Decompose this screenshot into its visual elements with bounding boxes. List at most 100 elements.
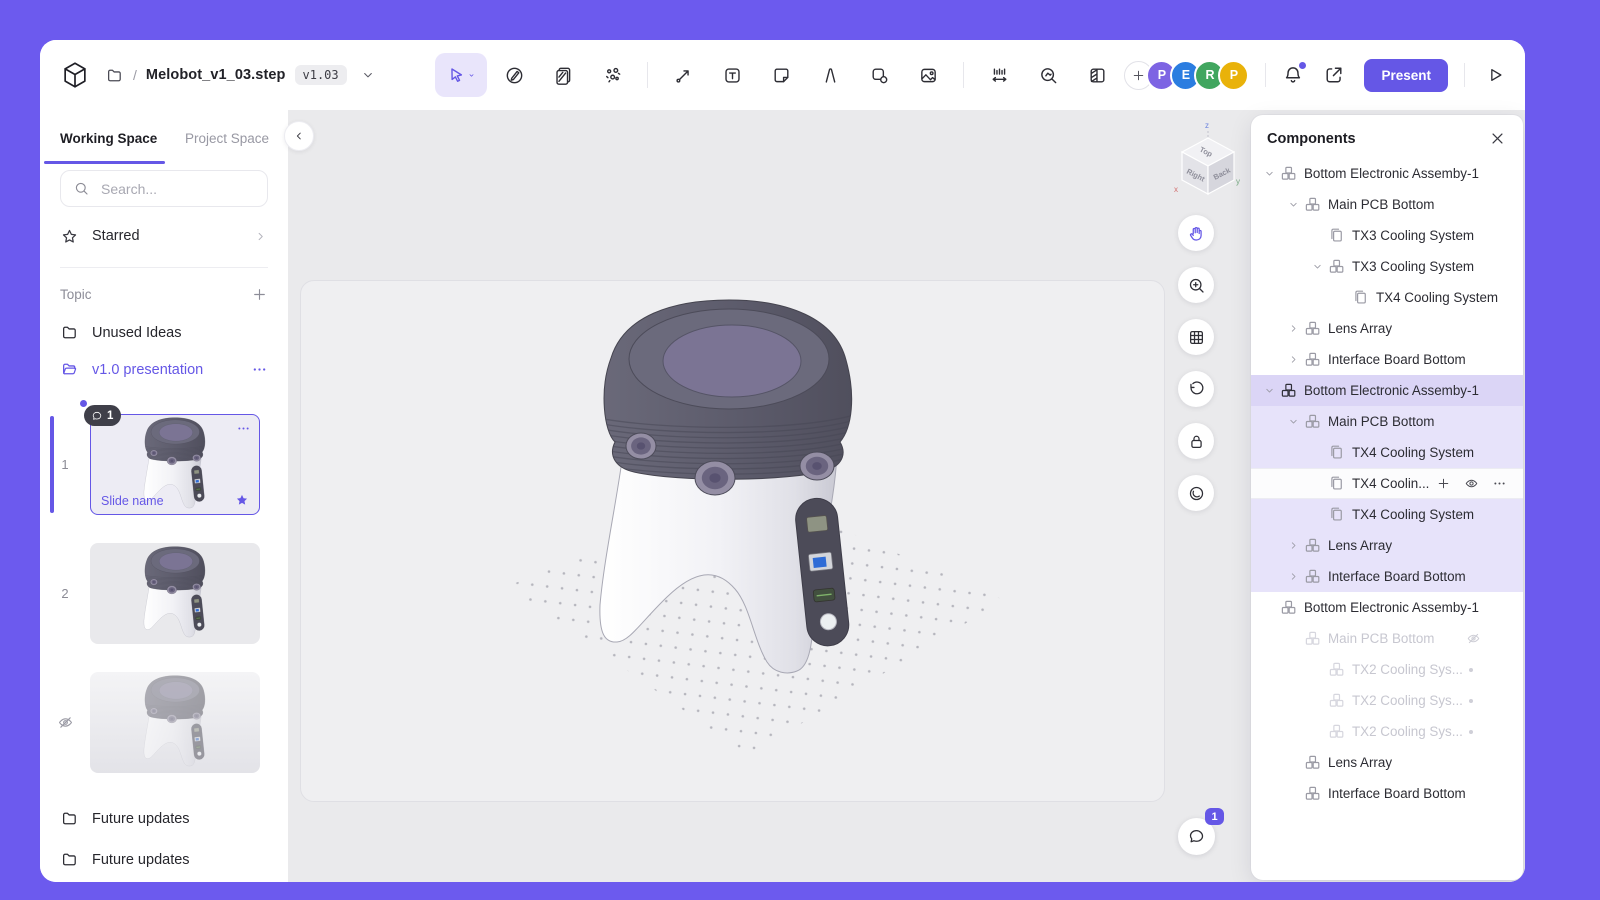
sidebar-folder-1[interactable]: v1.0 presentation xyxy=(60,351,268,388)
view-cube[interactable]: z Top Right Back x y xyxy=(1172,118,1244,202)
sidebar-folder-future-0[interactable]: Future updates xyxy=(60,800,268,837)
lock-tool[interactable] xyxy=(1178,423,1214,459)
component-row[interactable]: Bottom Electronic Assemby-1 xyxy=(1251,592,1523,623)
add-topic-button[interactable] xyxy=(251,286,268,303)
material-tool[interactable] xyxy=(541,53,585,97)
component-row[interactable]: TX2 Cooling Sys... xyxy=(1251,716,1523,747)
component-row[interactable]: TX2 Cooling Sys... xyxy=(1251,685,1523,716)
part-icon xyxy=(1328,227,1345,244)
component-row[interactable]: Lens Array xyxy=(1251,747,1523,778)
text-tool[interactable] xyxy=(710,53,754,97)
slide-row: 2 xyxy=(40,543,288,644)
app-logo-icon[interactable] xyxy=(60,60,90,90)
shape-tool[interactable] xyxy=(857,53,901,97)
component-label: Interface Board Bottom xyxy=(1328,786,1466,801)
slide-number: 2 xyxy=(61,586,68,601)
more-icon[interactable] xyxy=(1492,476,1507,491)
zoom-search-tool[interactable] xyxy=(1026,53,1070,97)
pan-tool[interactable] xyxy=(1178,215,1214,251)
eye-slash-icon[interactable] xyxy=(57,714,74,731)
chevron-down-icon[interactable] xyxy=(1259,384,1280,398)
history-tool[interactable] xyxy=(1178,371,1214,407)
close-icon[interactable] xyxy=(1488,129,1507,148)
version-badge[interactable]: v1.03 xyxy=(295,65,347,85)
chevron-spacer xyxy=(1283,756,1304,770)
viewport-toolbar xyxy=(1178,215,1214,511)
component-row[interactable]: TX4 Coolin... xyxy=(1251,468,1523,499)
component-row[interactable]: Lens Array xyxy=(1251,313,1523,344)
slide-thumbnail[interactable]: 1Slide name xyxy=(90,414,260,515)
sketch-tool[interactable] xyxy=(492,53,536,97)
slide-gutter: 2 xyxy=(40,586,90,601)
note-tool[interactable] xyxy=(759,53,803,97)
component-row[interactable]: Bottom Electronic Assemby-1 xyxy=(1251,158,1523,189)
component-row[interactable]: TX4 Cooling System xyxy=(1251,499,1523,530)
slide-gutter xyxy=(40,714,90,731)
tab-project-space[interactable]: Project Space xyxy=(165,110,269,164)
chevron-down-icon[interactable] xyxy=(1283,198,1304,212)
component-row[interactable]: TX2 Cooling Sys... xyxy=(1251,654,1523,685)
component-row[interactable]: Lens Array xyxy=(1251,530,1523,561)
more-icon[interactable] xyxy=(251,361,268,378)
chevron-right-icon[interactable] xyxy=(1283,353,1304,367)
comment-count-pill[interactable]: 1 xyxy=(84,405,121,426)
add-icon[interactable] xyxy=(1436,476,1451,491)
assembly-icon xyxy=(1304,413,1321,430)
search-input[interactable] xyxy=(99,180,255,198)
component-row[interactable]: Main PCB Bottom xyxy=(1251,623,1523,654)
chevron-down-icon[interactable] xyxy=(360,67,376,83)
model-3d[interactable] xyxy=(448,270,1008,810)
avatar[interactable]: P xyxy=(1218,60,1249,91)
chevron-down-icon[interactable] xyxy=(1259,167,1280,181)
more-icon[interactable] xyxy=(236,421,251,436)
component-row[interactable]: Interface Board Bottom xyxy=(1251,561,1523,592)
slide-thumbnail[interactable] xyxy=(90,672,260,773)
comment-dot xyxy=(80,400,87,407)
sidebar-collapse-button[interactable] xyxy=(284,121,314,151)
eye-slash-icon[interactable] xyxy=(1466,631,1481,646)
search-box[interactable] xyxy=(60,170,268,207)
component-row[interactable]: Bottom Electronic Assemby-1 xyxy=(1251,375,1523,406)
effects-tool[interactable] xyxy=(590,53,634,97)
chevron-right-icon[interactable] xyxy=(1283,322,1304,336)
part-icon xyxy=(1328,506,1345,523)
component-row[interactable]: TX3 Cooling System xyxy=(1251,251,1523,282)
measure-tool[interactable] xyxy=(977,53,1021,97)
assembly-icon xyxy=(1328,723,1345,740)
play-button[interactable] xyxy=(1485,65,1505,85)
chevron-spacer xyxy=(1307,446,1328,460)
component-row[interactable]: Interface Board Bottom xyxy=(1251,344,1523,375)
chevron-down-icon[interactable] xyxy=(1307,260,1328,274)
chevron-right-icon[interactable] xyxy=(1283,539,1304,553)
select-tool[interactable] xyxy=(435,53,487,97)
pen-tool[interactable] xyxy=(808,53,852,97)
component-row[interactable]: TX4 Cooling System xyxy=(1251,437,1523,468)
slide-thumbnail[interactable] xyxy=(90,543,260,644)
sidebar: Working Space Project Space Starred Topi… xyxy=(40,110,288,882)
render-mode-tool[interactable] xyxy=(1178,475,1214,511)
component-row[interactable]: TX4 Cooling System xyxy=(1251,282,1523,313)
component-row[interactable]: Main PCB Bottom xyxy=(1251,189,1523,220)
grid-tool[interactable] xyxy=(1178,319,1214,355)
sidebar-folder-0[interactable]: Unused Ideas xyxy=(60,314,268,351)
chevron-down-icon[interactable] xyxy=(1283,415,1304,429)
image-tool[interactable] xyxy=(906,53,950,97)
divider xyxy=(60,267,268,268)
zoom-in-tool[interactable] xyxy=(1178,267,1214,303)
component-row[interactable]: Main PCB Bottom xyxy=(1251,406,1523,437)
component-row[interactable]: TX3 Cooling System xyxy=(1251,220,1523,251)
tab-working-space[interactable]: Working Space xyxy=(40,110,165,164)
present-button[interactable]: Present xyxy=(1364,59,1448,92)
component-row[interactable]: Interface Board Bottom xyxy=(1251,778,1523,809)
share-button[interactable] xyxy=(1323,64,1345,86)
visibility-icon[interactable] xyxy=(1464,476,1479,491)
section-tool[interactable] xyxy=(1075,53,1119,97)
chevron-right-icon[interactable] xyxy=(1283,570,1304,584)
slide-thumbnail-image xyxy=(136,543,214,645)
star-filled-icon[interactable] xyxy=(234,492,250,508)
arrow-tool[interactable] xyxy=(661,53,705,97)
comment-count: 1 xyxy=(107,410,113,422)
notifications-button[interactable] xyxy=(1282,64,1304,86)
sidebar-item-starred[interactable]: Starred xyxy=(60,217,268,255)
sidebar-folder-future-1[interactable]: Future updates xyxy=(60,841,268,878)
